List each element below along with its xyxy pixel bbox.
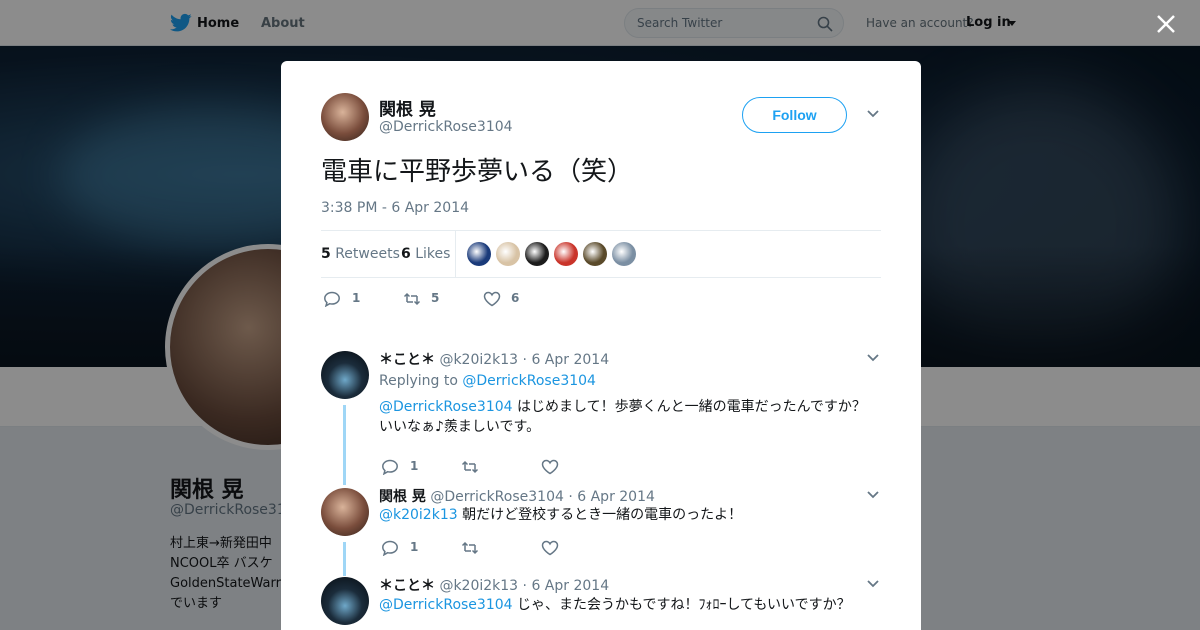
chevron-down-icon[interactable] (866, 109, 880, 119)
reply-date[interactable]: · 6 Apr 2014 (568, 489, 655, 505)
likes-label: Likes (415, 246, 451, 262)
liker-avatar[interactable] (554, 242, 578, 266)
reply-text: @DerrickRose3104 はじめまして！歩夢くんと一緒の電車だったんです… (379, 397, 879, 437)
reply-author-handle[interactable]: @DerrickRose3104 (430, 489, 564, 505)
retweet-icon[interactable] (403, 291, 421, 307)
mention-link[interactable]: @k20i2k13 (379, 507, 458, 523)
reply-icon[interactable] (381, 459, 399, 475)
author-avatar[interactable] (321, 93, 369, 141)
reply-count: 1 (410, 540, 419, 554)
reply-count: 1 (352, 291, 361, 305)
mention-link[interactable]: @DerrickRose3104 (379, 399, 513, 415)
retweet-count: 5 (431, 291, 440, 305)
reply-icon[interactable] (381, 540, 399, 556)
retweets-count: 5 (321, 246, 331, 262)
reply-author-name[interactable]: ＊こと＊ (379, 578, 435, 594)
reply-avatar[interactable] (321, 488, 369, 536)
replying-to: Replying to @DerrickRose3104 (379, 373, 596, 389)
like-count: 6 (511, 291, 520, 305)
reply-author-name[interactable]: ＊こと＊ (379, 352, 435, 368)
liker-avatar[interactable] (583, 242, 607, 266)
reply-body: 朝だけど登校するとき一緒の電車のったよ！ (462, 507, 743, 523)
reply-text: @k20i2k13 朝だけど登校するとき一緒の電車のったよ！ (379, 505, 879, 525)
reply-author-handle[interactable]: @k20i2k13 (439, 578, 518, 594)
retweets-stat[interactable]: 5 Retweets (321, 246, 400, 262)
liker-avatar[interactable] (467, 242, 491, 266)
chevron-down-icon[interactable] (866, 353, 880, 363)
reply-author-handle[interactable]: @k20i2k13 (439, 352, 518, 368)
thread-line (343, 542, 346, 576)
reply-avatar[interactable] (321, 577, 369, 625)
tweet-text: 電車に平野歩夢いる（笑） (321, 157, 634, 187)
reply-date[interactable]: · 6 Apr 2014 (523, 578, 610, 594)
liker-avatar[interactable] (525, 242, 549, 266)
reply-body: じゃ、また会うかもですね！ﾌｫﾛｰしてもいいですか？ (517, 597, 851, 613)
section-divider (281, 327, 921, 337)
reply-avatar[interactable] (321, 351, 369, 399)
mention-link[interactable]: @DerrickRose3104 (379, 597, 513, 613)
reply-header: ＊こと＊ @k20i2k13 · 6 Apr 2014 (379, 575, 609, 595)
reply-date[interactable]: · 6 Apr 2014 (523, 352, 610, 368)
reply-header: ＊こと＊ @k20i2k13 · 6 Apr 2014 (379, 349, 609, 369)
reply-author-name[interactable]: 関根 晃 (379, 489, 426, 505)
tweet-timestamp[interactable]: 3:38 PM - 6 Apr 2014 (321, 200, 469, 216)
likes-count: 6 (401, 246, 411, 262)
chevron-down-icon[interactable] (866, 490, 880, 500)
reply-text: @DerrickRose3104 じゃ、また会うかもですね！ﾌｫﾛｰしてもいいで… (379, 595, 879, 615)
replying-to-link[interactable]: @DerrickRose3104 (462, 373, 596, 389)
retweet-icon[interactable] (461, 540, 479, 556)
liker-avatar[interactable] (612, 242, 636, 266)
replying-prefix: Replying to (379, 373, 458, 389)
retweet-icon[interactable] (461, 459, 479, 475)
tweet-stats: 5 Retweets 6 Likes (321, 230, 881, 278)
reply-count: 1 (410, 459, 419, 473)
liker-avatar[interactable] (496, 242, 520, 266)
chevron-down-icon[interactable] (866, 579, 880, 589)
reply-icon[interactable] (323, 291, 341, 307)
stats-divider (455, 231, 456, 277)
tweet-modal: 関根 晃 @DerrickRose3104 Follow 電車に平野歩夢いる（笑… (281, 61, 921, 630)
retweets-label: Retweets (335, 246, 400, 262)
close-icon[interactable] (1155, 13, 1177, 35)
heart-icon[interactable] (541, 459, 559, 475)
likes-stat[interactable]: 6 Likes (401, 246, 450, 262)
thread-line (343, 405, 346, 485)
heart-icon[interactable] (483, 291, 501, 307)
author-handle[interactable]: @DerrickRose3104 (379, 119, 513, 135)
follow-button[interactable]: Follow (742, 97, 847, 133)
author-name[interactable]: 関根 晃 (379, 95, 436, 120)
heart-icon[interactable] (541, 540, 559, 556)
reply-header: 関根 晃 @DerrickRose3104 · 6 Apr 2014 (379, 486, 655, 506)
